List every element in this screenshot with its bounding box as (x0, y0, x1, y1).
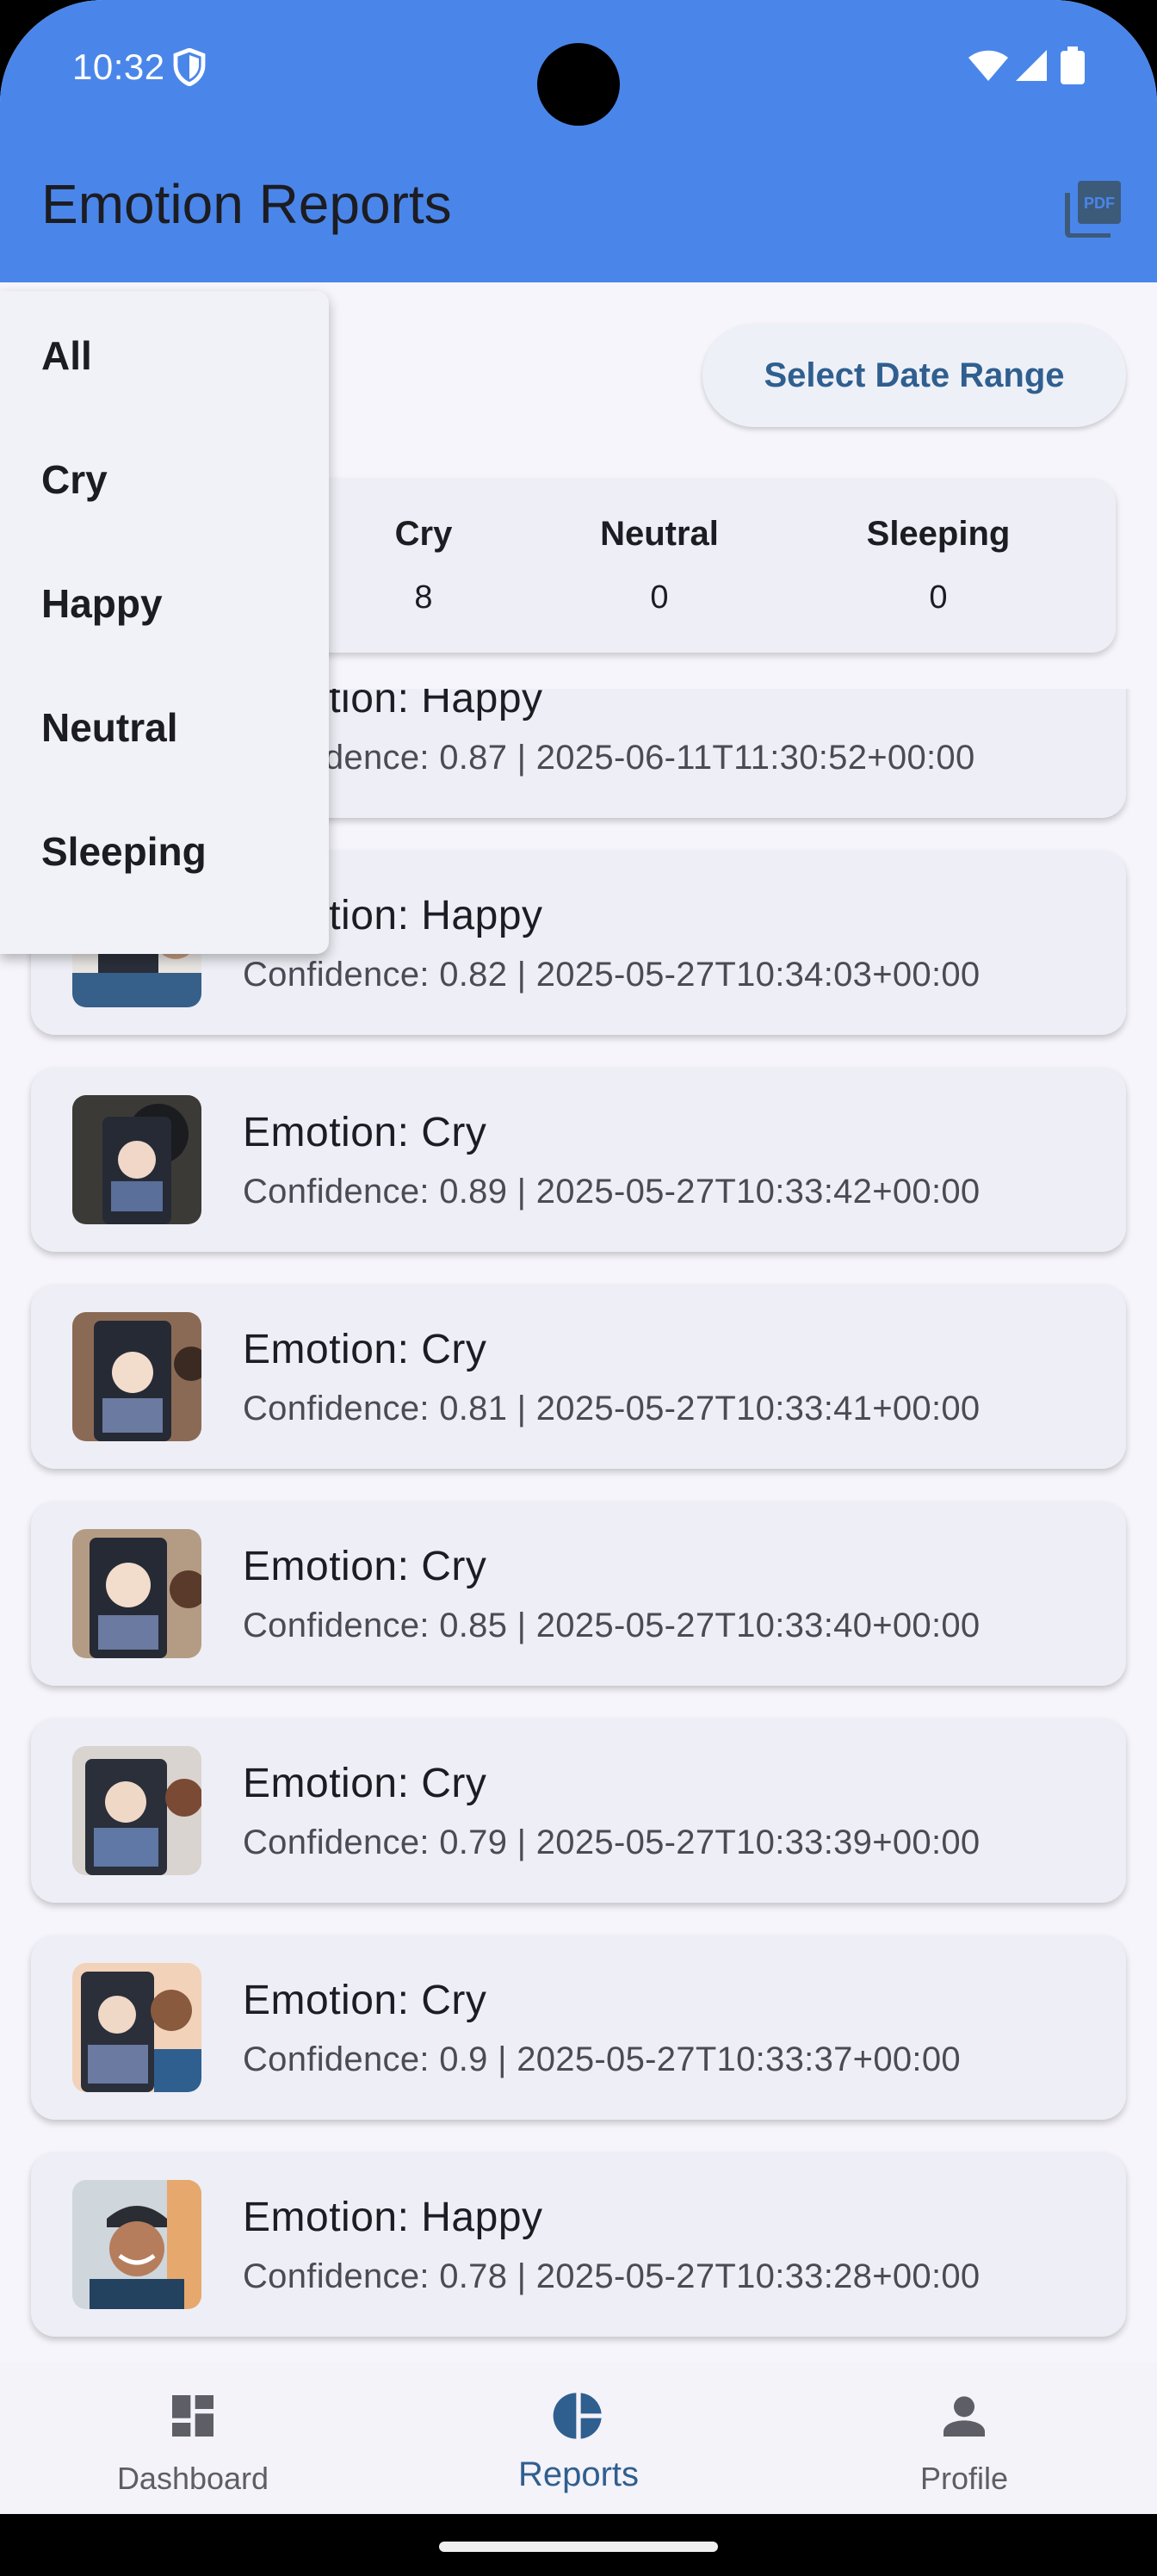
shield-icon (173, 48, 206, 86)
report-meta: Confidence: 0.85 | 2025-05-27T10:33:40+0… (243, 1607, 981, 1644)
svg-text:PDF: PDF (1084, 195, 1115, 212)
menu-item-label: All (41, 333, 92, 378)
report-emotion: Emotion: Cry (243, 1544, 487, 1589)
report-card[interactable]: Emotion: Cry Confidence: 0.81 | 2025-05-… (31, 1285, 1126, 1469)
report-emotion: Emotion: Cry (243, 1110, 487, 1155)
signal-icon (1016, 50, 1047, 81)
report-emotion: Emotion: Cry (243, 1761, 487, 1806)
menu-item-label: Sleeping (41, 829, 207, 874)
report-thumbnail (72, 1312, 201, 1441)
report-meta: Confidence: 0.82 | 2025-05-27T10:34:03+0… (243, 956, 981, 994)
wifi-icon (968, 50, 1008, 81)
summary-sleeping: Sleeping 0 (835, 515, 1042, 616)
report-emotion: Emotion: Happy (243, 2195, 543, 2240)
report-emotion: Emotion: Cry (243, 1327, 487, 1372)
report-card[interactable]: Emotion: Happy Confidence: 0.78 | 2025-0… (31, 2152, 1126, 2337)
nav-item-reports[interactable]: Reports (386, 2362, 771, 2514)
menu-item-all[interactable]: All (0, 291, 329, 415)
report-meta: Confidence: 0.87 | 2025-06-11T11:30:52+0… (243, 739, 975, 777)
report-thumbnail (72, 2180, 201, 2309)
summary-value: 0 (929, 579, 948, 616)
nav-label: Profile (919, 2461, 1009, 2496)
summary-value: 0 (650, 579, 669, 616)
menu-item-label: Neutral (41, 705, 178, 750)
summary-label: Neutral (600, 515, 719, 553)
status-bar: 10:32 (0, 0, 1157, 138)
summary-value: 8 (414, 579, 433, 616)
report-meta: Confidence: 0.9 | 2025-05-27T10:33:37+00… (243, 2040, 961, 2078)
nav-label: Reports (517, 2455, 640, 2493)
report-card[interactable]: Emotion: Cry Confidence: 0.85 | 2025-05-… (31, 1502, 1126, 1686)
bottom-navigation: Dashboard Reports Profile (0, 2362, 1157, 2514)
report-emotion: Emotion: Cry (243, 1978, 487, 2023)
summary-cry: Cry 8 (320, 515, 527, 616)
menu-item-label: Happy (41, 581, 163, 626)
app-bar: 10:32 Emotion Reports PDF (0, 0, 1157, 282)
nav-item-dashboard[interactable]: Dashboard (0, 2362, 386, 2514)
gesture-bar-area (0, 2514, 1157, 2576)
summary-label: Sleeping (866, 515, 1011, 553)
battery-icon (1061, 46, 1085, 84)
page-title: Emotion Reports (41, 173, 452, 235)
gesture-handle[interactable] (439, 2542, 718, 2552)
menu-item-label: Cry (41, 457, 108, 502)
menu-item-neutral[interactable]: Neutral (0, 663, 329, 787)
phone-screen: 10:32 Emotion Reports PDF Select Date Ra… (0, 0, 1157, 2576)
pdf-icon[interactable]: PDF (1064, 179, 1123, 238)
select-date-range-button[interactable]: Select Date Range (702, 324, 1126, 427)
dashboard-icon (172, 2395, 213, 2437)
pie-chart-icon (553, 2393, 602, 2439)
nav-item-profile[interactable]: Profile (771, 2362, 1157, 2514)
person-icon (944, 2396, 985, 2437)
menu-item-cry[interactable]: Cry (0, 415, 329, 539)
summary-label: Cry (394, 515, 453, 553)
summary-neutral: Neutral 0 (556, 515, 763, 616)
report-thumbnail (72, 1095, 201, 1224)
report-thumbnail (72, 1529, 201, 1658)
report-meta: Confidence: 0.78 | 2025-05-27T10:33:28+0… (243, 2257, 981, 2295)
report-thumbnail (72, 1746, 201, 1875)
report-card[interactable]: Emotion: Cry Confidence: 0.89 | 2025-05-… (31, 1068, 1126, 1252)
report-meta: Confidence: 0.79 | 2025-05-27T10:33:39+0… (243, 1824, 981, 1861)
status-time: 10:32 (72, 46, 165, 87)
emotion-filter-menu: All Cry Happy Neutral Sleeping (0, 291, 329, 954)
report-thumbnail (72, 1963, 201, 2092)
report-card[interactable]: Emotion: Cry Confidence: 0.79 | 2025-05-… (31, 1718, 1126, 1903)
report-card[interactable]: Emotion: Cry Confidence: 0.9 | 2025-05-2… (31, 1935, 1126, 2120)
camera-cutout (537, 43, 620, 126)
menu-item-happy[interactable]: Happy (0, 539, 329, 663)
report-meta: Confidence: 0.89 | 2025-05-27T10:33:42+0… (243, 1173, 981, 1211)
menu-item-sleeping[interactable]: Sleeping (0, 787, 329, 911)
report-meta: Confidence: 0.81 | 2025-05-27T10:33:41+0… (243, 1390, 981, 1427)
nav-label: Dashboard (116, 2461, 269, 2496)
